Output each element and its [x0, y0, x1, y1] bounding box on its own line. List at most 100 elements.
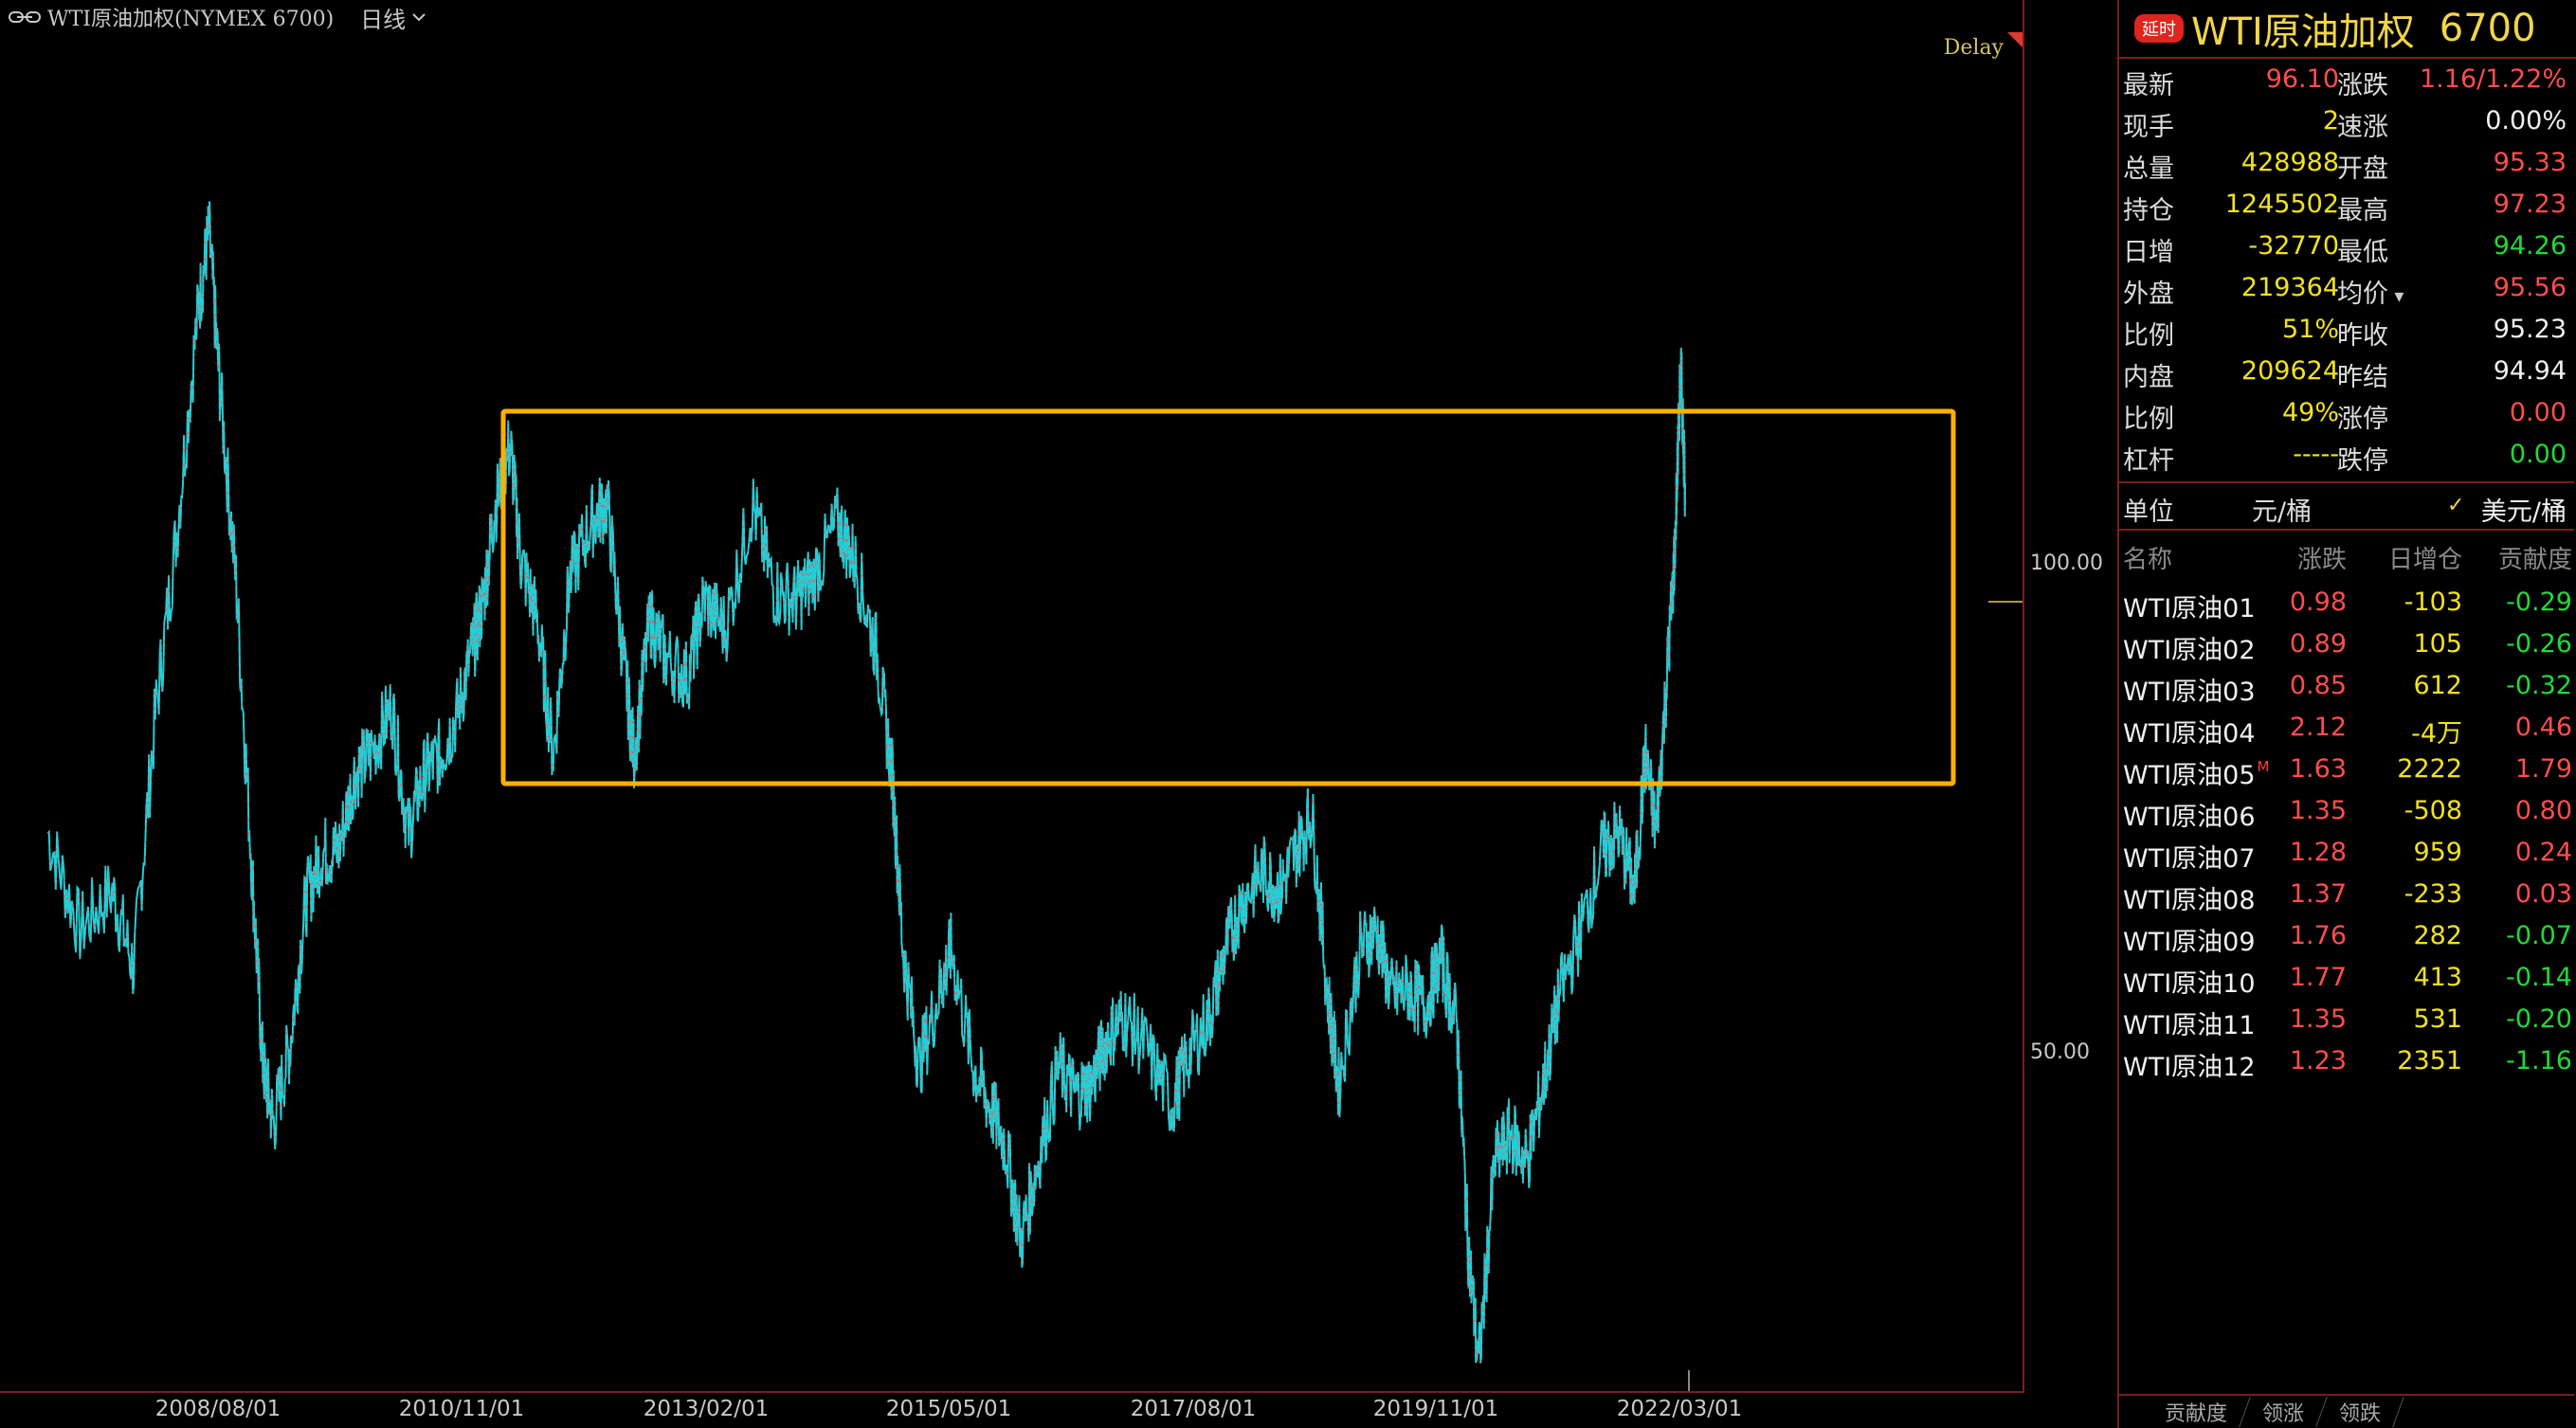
quote-row: 总量 428988 开盘 95.33 [2119, 142, 2574, 184]
col-contribution[interactable]: 贡献度 [2498, 540, 2572, 575]
quote-label: 涨跌 [2337, 71, 2388, 100]
contract-list-header: 名称 涨跌 日增仓 贡献度 [2119, 540, 2574, 578]
col-oi-change[interactable]: 日增仓 [2388, 540, 2462, 575]
contract-change: 1.37 [2289, 879, 2347, 909]
contract-contribution: -0.20 [2506, 1004, 2572, 1034]
x-tick-label: 2017/08/01 [1130, 1397, 1257, 1421]
contract-row[interactable]: WTI原油01 0.98 -103 -0.29 [2119, 584, 2574, 625]
quote-label: 比例 [2123, 405, 2174, 434]
quote-value: 95.56 [2493, 273, 2567, 302]
quote-value: 95.33 [2493, 148, 2567, 177]
contract-row[interactable]: WTI原油10 1.77 413 -0.14 [2119, 959, 2574, 1001]
caret-down-icon[interactable]: ▾ [2388, 284, 2404, 307]
main-contract-flag: M [2257, 758, 2270, 775]
period-label: 日线 [360, 6, 407, 33]
quote-value: 49% [2281, 398, 2339, 427]
quote-label: 日增 [2123, 238, 2174, 267]
quote-label: 现手 [2123, 113, 2174, 142]
instrument-code: 6700 [2439, 7, 2536, 50]
price-chart[interactable] [0, 34, 2023, 1391]
quote-row: 杠杆 ----- 跌停 0.00 [2119, 434, 2574, 476]
unit-usd-option[interactable]: 美元/桶 [2481, 491, 2567, 528]
chart-title: WTI原油加权(NYMEX 6700) [47, 8, 335, 31]
contract-contribution: -1.16 [2506, 1046, 2572, 1076]
contract-name: WTI原油08 [2123, 886, 2256, 915]
x-tick-label: 2022/03/01 [1616, 1397, 1743, 1421]
x-tick-label: 2010/11/01 [398, 1397, 525, 1421]
quote-value: 97.23 [2493, 190, 2567, 219]
quote-value: 94.94 [2493, 356, 2567, 386]
contract-name: WTI原油07 [2123, 844, 2256, 874]
quote-value: -32770 [2248, 231, 2339, 261]
contract-row[interactable]: WTI原油05 M 1.63 2222 1.79 [2119, 750, 2574, 792]
contract-change: 0.98 [2289, 587, 2347, 617]
quote-label: 总量 [2123, 154, 2174, 184]
contract-contribution: 0.80 [2514, 796, 2572, 825]
col-change[interactable]: 涨跌 [2297, 540, 2347, 575]
quote-value: 428988 [2240, 148, 2339, 177]
contract-oi-change: 959 [2413, 838, 2462, 867]
y-axis: 100.00 50.00 [2024, 0, 2117, 1393]
quote-row: 内盘 209624 昨结 94.94 [2119, 351, 2574, 392]
chevron-down-icon [412, 13, 426, 22]
col-name[interactable]: 名称 [2123, 540, 2172, 575]
contract-change: 1.35 [2289, 1004, 2347, 1034]
unit-yuan-option[interactable]: 元/桶 [2252, 491, 2312, 528]
x-tick-label: 2008/08/01 [154, 1397, 281, 1421]
chart-header: WTI原油加权(NYMEX 6700) 日线 [0, 0, 426, 34]
contract-change: 1.76 [2289, 921, 2347, 950]
link-icon[interactable] [8, 8, 42, 27]
contract-row[interactable]: WTI原油03 0.85 612 -0.32 [2119, 667, 2574, 709]
contract-row[interactable]: WTI原油07 1.28 959 0.24 [2119, 834, 2574, 876]
contract-name: WTI原油09 [2123, 928, 2256, 957]
quote-panel: 延时 WTI原油加权 6700 最新 96.10 涨跌 1.16/1.22% 现手 2 速涨… [2117, 0, 2576, 1428]
delay-badge: 延时 [2134, 14, 2184, 43]
quote-label: 涨停 [2337, 405, 2388, 434]
check-icon: ✓ [2447, 494, 2465, 517]
contract-name: WTI原油06 [2123, 803, 2256, 832]
y-tick-label: 100.00 [2030, 551, 2103, 575]
bottom-tab[interactable]: 领涨 [2240, 1397, 2328, 1427]
bottom-tab-label: 领跌 [2339, 1402, 2382, 1426]
contract-change: 1.28 [2289, 838, 2347, 867]
contract-row[interactable]: WTI原油11 1.35 531 -0.20 [2119, 1001, 2574, 1042]
quote-value: 219364 [2240, 273, 2339, 302]
quote-label: 外盘 [2123, 280, 2174, 309]
contract-change: 0.89 [2289, 629, 2347, 659]
contract-contribution: -0.14 [2506, 963, 2572, 992]
unit-label: 单位 [2123, 497, 2174, 527]
contract-row[interactable]: WTI原油06 1.35 -508 0.80 [2119, 792, 2574, 834]
contract-name: WTI原油11 [2123, 1011, 2256, 1040]
contract-row[interactable]: WTI原油09 1.76 282 -0.07 [2119, 917, 2574, 959]
quote-value: 1245502 [2224, 190, 2339, 219]
quote-label: 内盘 [2123, 363, 2174, 392]
quote-row: 持仓 1245502 最高 97.23 [2119, 184, 2574, 226]
bottom-tab[interactable]: 领跌 [2316, 1397, 2404, 1427]
bottom-tab[interactable]: 贡献度 [2142, 1397, 2251, 1427]
contract-name: WTI原油05 M [2123, 758, 2270, 790]
bottom-tab-label: 贡献度 [2165, 1402, 2228, 1426]
x-tick-label: 2015/05/01 [885, 1397, 1012, 1421]
contract-row[interactable]: WTI原油08 1.37 -233 0.03 [2119, 876, 2574, 917]
chart-pane[interactable]: WTI原油加权(NYMEX 6700) 日线 Delay [0, 0, 2024, 1393]
contract-contribution: 0.24 [2514, 838, 2572, 867]
contract-row[interactable]: WTI原油04 2.12 -4万 0.46 [2119, 709, 2574, 750]
quote-row: 外盘 219364 均价 ▾ 95.56 [2119, 267, 2574, 309]
contract-oi-change: -4万 [2411, 719, 2462, 749]
contract-change: 1.77 [2289, 963, 2347, 992]
contract-change: 2.12 [2289, 713, 2347, 742]
contract-name: WTI原油01 [2123, 594, 2256, 624]
unit-row: 单位 元/桶 ✓ 美元/桶 [2119, 481, 2574, 531]
quote-label: 最新 [2123, 71, 2174, 100]
period-selector[interactable]: 日线 [360, 1, 426, 34]
quote-value: 209624 [2240, 356, 2339, 386]
quote-value: 1.16/1.22% [2420, 64, 2567, 94]
contract-row[interactable]: WTI原油02 0.89 105 -0.26 [2119, 625, 2574, 667]
quote-value: 51% [2281, 315, 2339, 344]
contract-contribution: -0.29 [2506, 587, 2572, 617]
contract-oi-change: -508 [2404, 796, 2462, 825]
contract-oi-change: 413 [2413, 963, 2462, 992]
contract-name: WTI原油10 [2123, 969, 2256, 999]
contract-row[interactable]: WTI原油12 1.23 2351 -1.16 [2119, 1042, 2574, 1084]
quote-row: 最新 96.10 涨跌 1.16/1.22% [2119, 59, 2574, 100]
